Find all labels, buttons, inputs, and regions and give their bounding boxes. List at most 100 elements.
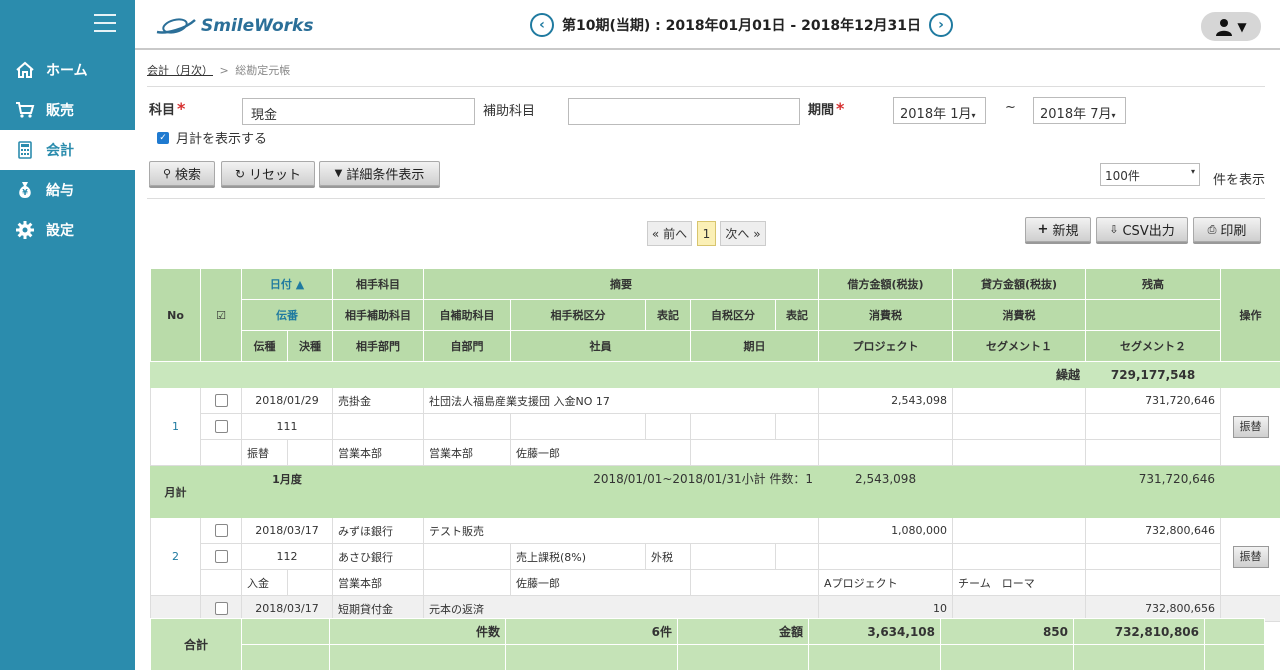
transfer-button[interactable]: 振替: [1232, 415, 1269, 438]
print-button[interactable]: ⎙ 印刷: [1193, 217, 1261, 242]
entry-counter-dept: 営業本部: [332, 569, 425, 596]
sidebar: ホーム 販売 会計 ¥ 給与 設定: [0, 0, 135, 670]
carry-forward-value: 729,177,548: [1085, 361, 1222, 388]
transfer-button[interactable]: 振替: [1232, 545, 1269, 568]
col-header-counter-sub: 相手補助科目: [332, 299, 425, 331]
col-header-project: プロジェクト: [818, 330, 954, 362]
per-page-suffix: 件を表示: [1213, 173, 1266, 188]
filter-icon: ▼: [334, 168, 343, 179]
row-checkbox[interactable]: [214, 420, 228, 434]
hamburger-menu-icon[interactable]: [94, 14, 116, 32]
period-to-select[interactable]: 2018年 7月▾: [1033, 97, 1126, 124]
search-button[interactable]: ⚲ 検索: [149, 161, 215, 186]
col-header-balance: 残高: [1085, 268, 1222, 300]
csv-export-button[interactable]: ⇩ CSV出力: [1096, 217, 1188, 242]
entry-counter-sub: あさひ銀行: [332, 543, 425, 570]
account-field[interactable]: 現金: [242, 98, 475, 125]
monthly-subtotal-text: 2018/01/01~2018/01/31小計 件数：1: [423, 465, 820, 492]
entry-no-link[interactable]: 1: [150, 387, 201, 466]
sub-account-field[interactable]: [568, 98, 800, 125]
header-row-3: 伝種 決種 相手部門 自部門 社員 期日 プロジェクト セグメント１ セグメント…: [151, 330, 1280, 362]
reset-button[interactable]: ↻ リセット: [221, 161, 315, 186]
col-header-mark2: 表記: [775, 299, 820, 331]
select-all-checkbox[interactable]: ☑: [200, 268, 242, 362]
entry-summary: 社団法人福島産業支援団 入金NO 17: [423, 387, 820, 414]
entry-counter-account: 売掛金: [332, 387, 425, 414]
toolbar-divider: [147, 198, 1265, 199]
plus-icon: +: [1037, 222, 1049, 237]
entry-segment1: チーム ローマ: [952, 569, 1087, 596]
header-row-2: 伝番 相手補助科目 自補助科目 相手税区分 表記 自税区分 表記 消費税 消費税: [151, 299, 1280, 331]
monthly-debit: 2,543,098: [818, 465, 954, 492]
pager-next[interactable]: 次へ »: [720, 221, 766, 246]
money-bag-icon: ¥: [14, 180, 36, 200]
breadcrumb: 会計（月次） > 総勘定元帳: [147, 62, 290, 78]
sidebar-nav: ホーム 販売 会計 ¥ 給与 設定: [0, 50, 135, 250]
monthly-balance: 731,720,646: [1085, 465, 1222, 492]
col-header-slip-sort[interactable]: 伝番: [240, 299, 334, 331]
entry-balance: 731,720,646: [1085, 387, 1222, 414]
entry-tax-mark: 外税: [645, 543, 692, 570]
gear-icon: [14, 220, 36, 240]
col-header-summary: 摘要: [423, 268, 820, 300]
pager-prev[interactable]: « 前へ: [647, 221, 692, 246]
col-header-seg1: セグメント１: [952, 330, 1087, 362]
monthly-total-row: 月計 1月度 2018/01/01~2018/01/31小計 件数：1 2,54…: [150, 465, 1280, 518]
logo-swoosh-icon: [156, 18, 196, 34]
row-checkbox[interactable]: [214, 394, 228, 408]
col-header-counter-dept: 相手部門: [332, 330, 425, 362]
cart-icon: [14, 100, 36, 120]
app-name: SmileWorks: [201, 16, 314, 36]
col-header-date-sort[interactable]: 日付 ▲: [240, 268, 334, 300]
monthly-total-checkbox[interactable]: ✓ 月計を表示する: [157, 128, 267, 147]
monthly-total-label: 月計を表示する: [176, 132, 268, 147]
sidebar-item-settings[interactable]: 設定: [0, 210, 135, 250]
caret-down-icon: ▾: [1111, 111, 1116, 120]
pager-page-1[interactable]: 1: [697, 221, 716, 246]
detail-conditions-button[interactable]: ▼ 詳細条件表示: [319, 161, 440, 186]
user-menu-button[interactable]: ▼: [1201, 12, 1261, 41]
calculator-icon: [14, 140, 36, 160]
breadcrumb-parent-link[interactable]: 会計（月次）: [147, 64, 213, 77]
col-header-empty: [1085, 299, 1222, 331]
entry-no-link[interactable]: 2: [150, 517, 201, 596]
entry-self-dept: 営業本部: [423, 439, 512, 466]
table-row: 入金 営業本部 佐藤一郎 Aプロジェクト チーム ローマ: [151, 569, 1280, 596]
period-label: 第10期(当期) : 2018年01月01日 - 2018年12月31日: [562, 18, 922, 34]
search-icon: ⚲: [162, 167, 172, 180]
period-from-select[interactable]: 2018年 1月▾: [893, 97, 986, 124]
col-header-self-sub: 自補助科目: [423, 299, 512, 331]
caret-down-icon: ▾: [971, 111, 976, 120]
entry-counter-tax: 売上課税(8%): [510, 543, 647, 570]
row-checkbox[interactable]: [214, 602, 228, 616]
period-filter-label: 期間 *: [808, 99, 845, 118]
period-switcher: ‹ 第10期(当期) : 2018年01月01日 - 2018年12月31日 ›: [530, 13, 954, 37]
prev-period-button[interactable]: ‹: [530, 13, 554, 37]
col-header-credit-tax: 消費税: [952, 299, 1087, 331]
sidebar-item-payroll[interactable]: ¥ 給与: [0, 170, 135, 210]
svg-text:¥: ¥: [22, 188, 28, 197]
top-header: SmileWorks ‹ 第10期(当期) : 2018年01月01日 - 20…: [135, 0, 1280, 50]
table-row: 振替 営業本部 営業本部 佐藤一郎: [151, 439, 1280, 466]
new-button[interactable]: + 新規: [1025, 217, 1091, 242]
col-header-type: 伝種: [241, 330, 288, 362]
printer-icon: ⎙: [1207, 222, 1217, 236]
grand-total-balance: 732,810,806: [1073, 618, 1205, 645]
sidebar-item-home[interactable]: ホーム: [0, 50, 135, 90]
entry-date: 2018/03/17: [240, 517, 334, 544]
col-header-ops: 操作: [1220, 268, 1280, 362]
col-header-due: 期日: [690, 330, 820, 362]
grand-total-debit: 3,634,108: [808, 618, 941, 645]
row-checkbox[interactable]: [214, 550, 228, 564]
next-period-button[interactable]: ›: [929, 13, 954, 37]
grand-total-count-label: 件数: [329, 618, 506, 645]
sidebar-item-accounting[interactable]: 会計: [0, 130, 135, 170]
entry-counter-account: みずほ銀行: [332, 517, 425, 544]
entry-balance: 732,800,646: [1085, 517, 1222, 544]
sidebar-item-sales[interactable]: 販売: [0, 90, 135, 130]
app-logo[interactable]: SmileWorks: [155, 15, 313, 37]
per-page-select[interactable]: 100件 ▾: [1100, 163, 1200, 186]
row-checkbox[interactable]: [214, 524, 228, 538]
col-header-self-tax: 自税区分: [690, 299, 777, 331]
sidebar-item-label: 会計: [46, 143, 74, 159]
